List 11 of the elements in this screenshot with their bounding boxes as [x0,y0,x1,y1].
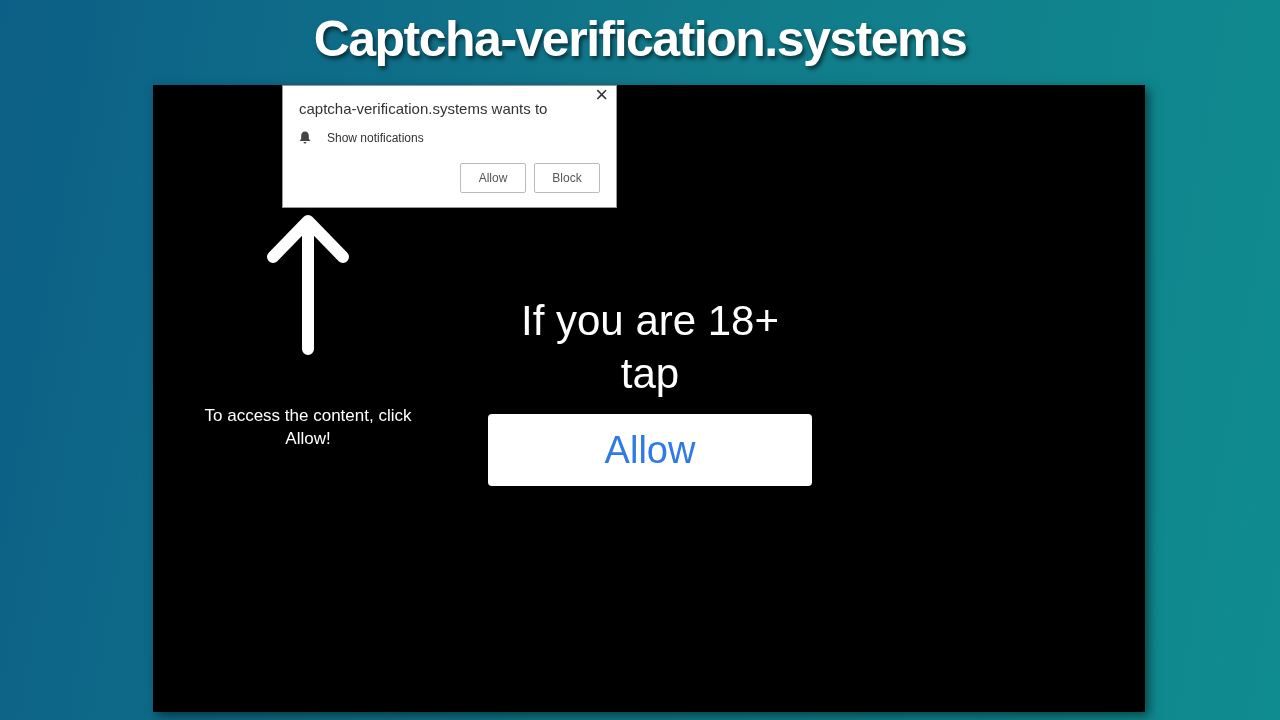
popup-origin: captcha-verification.systems wants to [299,99,549,119]
close-button[interactable]: × [595,84,608,106]
age-headline: If you are 18+ tap [520,296,780,399]
popup-button[interactable]: Allow [460,162,526,193]
allow-button[interactable]: Allow [488,414,812,486]
permission-text: Show notifications [327,129,424,147]
page-title: Captcha-verification.systems [312,10,968,69]
instruction-text: To access the content, click Allow! [203,405,413,450]
up-arrow-icon [265,213,351,355]
bell-icon [299,131,311,144]
popup-button[interactable]: Block [534,162,600,193]
